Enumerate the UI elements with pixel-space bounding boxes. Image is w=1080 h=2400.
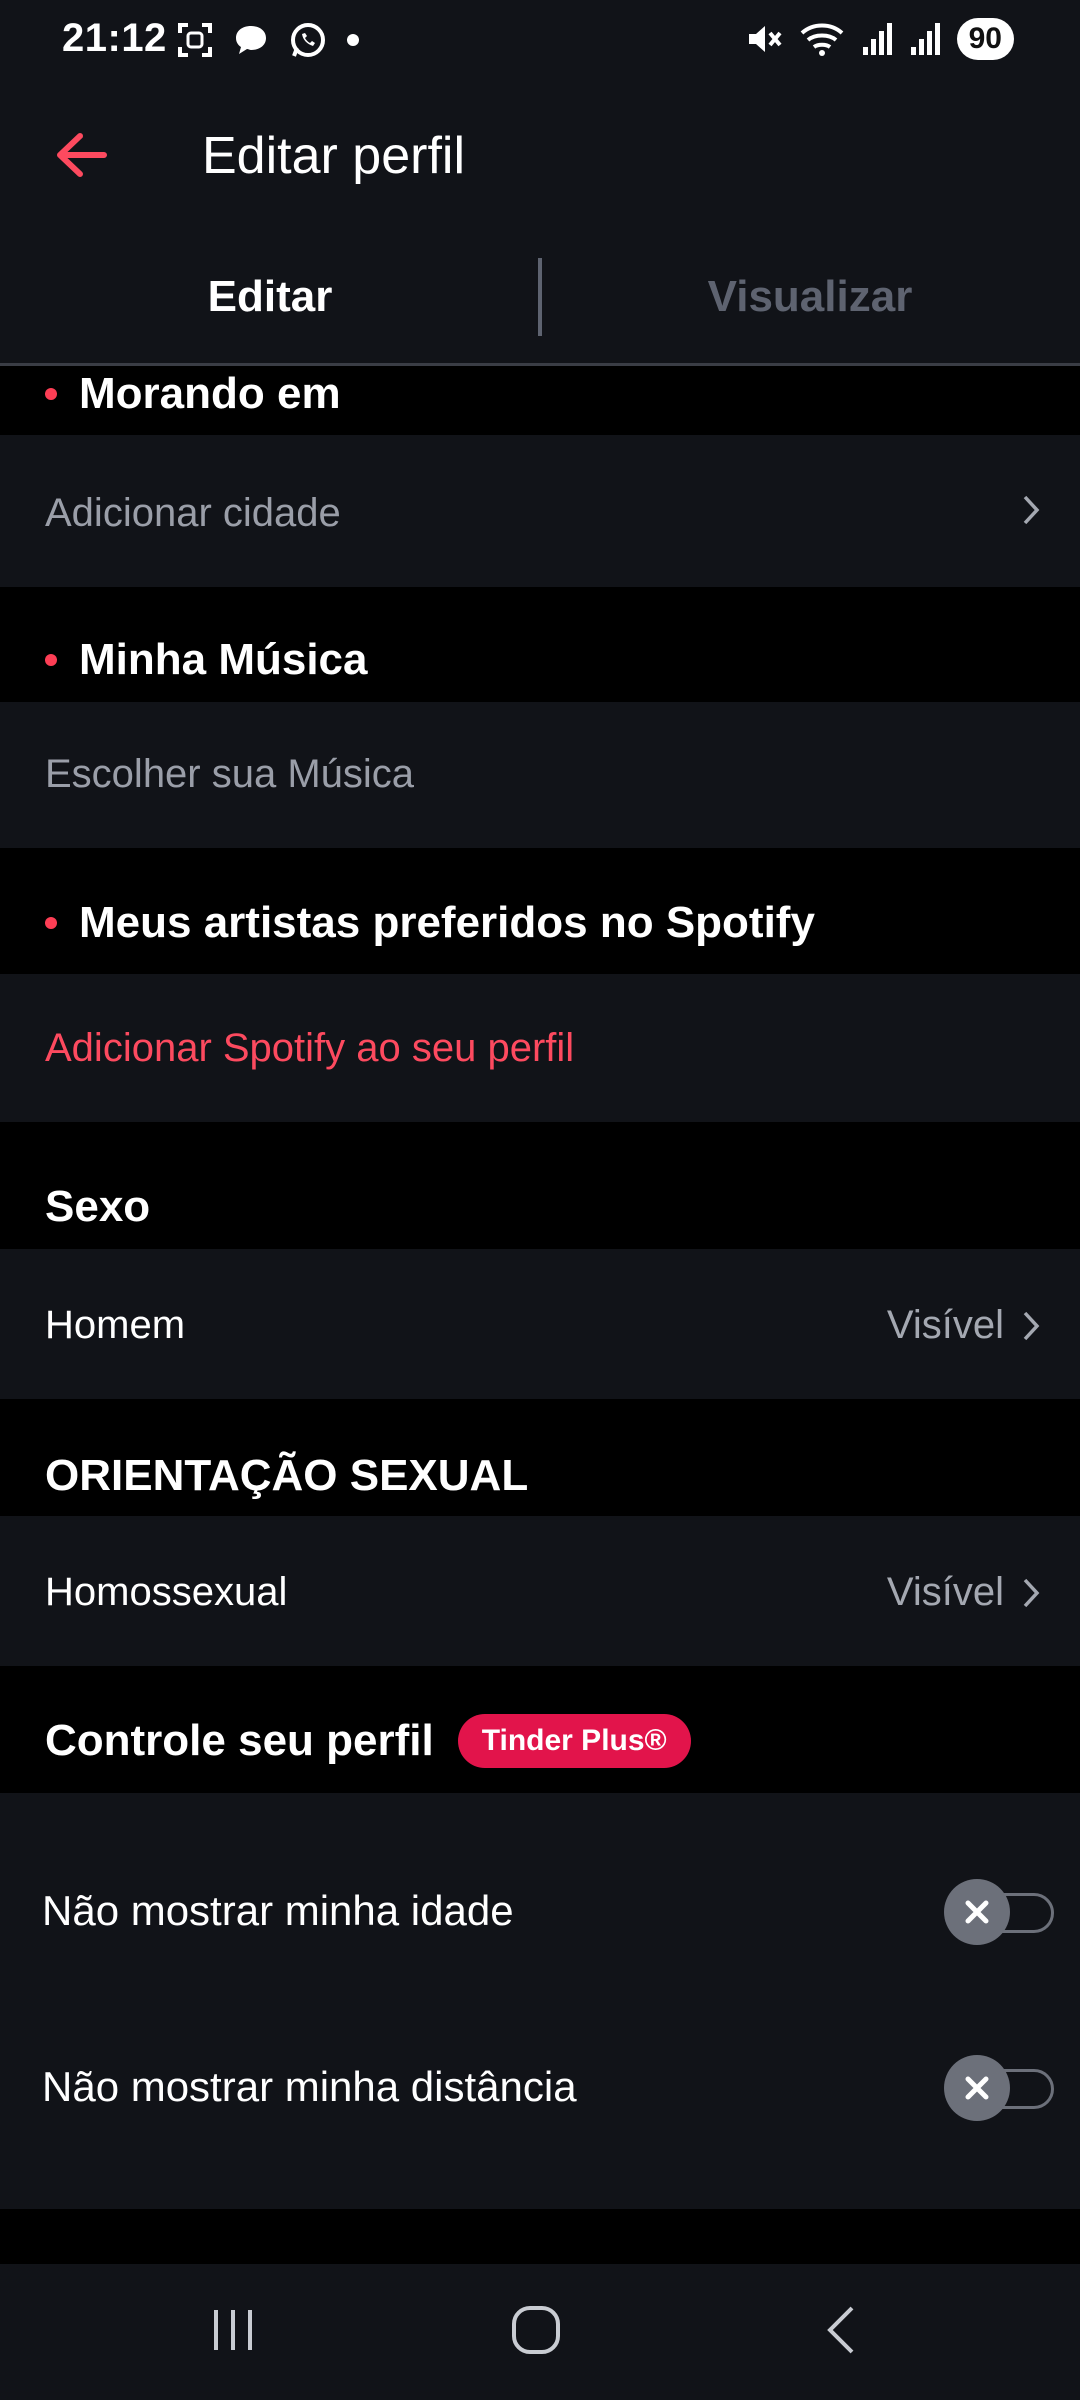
section-title-my-music: Minha Música [79,635,368,684]
orientation-visibility: Visível [886,1570,1004,1614]
back-nav-icon[interactable] [822,2304,858,2356]
arrow-left-icon [57,133,107,177]
add-city-row[interactable]: Adicionar cidade [0,435,1080,587]
chevron-right-icon [1023,1311,1040,1340]
tab-view[interactable]: Visualizar [540,230,1080,363]
section-title-orientation: ORIENTAÇÃO SEXUAL [45,1451,529,1500]
recent-apps-icon[interactable] [208,2306,258,2354]
add-spotify-row[interactable]: Adicionar Spotify ao seu perfil [0,974,1080,1122]
dot-icon [347,34,359,46]
signal-icon [910,23,940,55]
chat-bubble-icon [236,26,266,54]
screenshot-icon [178,23,212,57]
required-dot [45,388,57,400]
chevron-right-icon [1023,1578,1040,1607]
close-icon [965,1900,989,1924]
section-title-control: Controle seu perfil [45,1716,434,1765]
hide-age-label: Não mostrar minha idade [42,1887,514,1934]
system-icons: 90 [743,18,1014,60]
page-title: Editar perfil [202,127,465,185]
whatsapp-icon [291,23,325,57]
notification-icons [176,20,360,60]
choose-music-label: Escolher sua Música [45,752,415,796]
back-button[interactable] [48,122,114,188]
my-music-header: Minha Música [0,587,1080,702]
hide-age-toggle[interactable] [944,1879,1060,1945]
section-title-living-in: Morando em [79,369,341,418]
gender-visibility: Visível [886,1303,1004,1347]
mute-icon [748,26,782,52]
add-city-label: Adicionar cidade [45,491,341,535]
hide-distance-label: Não mostrar minha distância [42,2063,577,2110]
section-title-gender: Sexo [45,1182,151,1231]
home-icon[interactable] [510,2304,562,2356]
orientation-header: ORIENTAÇÃO SEXUAL [0,1399,1080,1516]
wifi-icon [800,23,843,56]
gender-value: Homem [45,1303,186,1347]
gender-row[interactable]: Homem Visível [0,1249,1080,1399]
tab-edit[interactable]: Editar [0,230,540,363]
close-icon [965,2076,989,2100]
tab-bar: Editar Visualizar [0,230,1080,366]
status-time: 21:12 [62,16,167,60]
chevron-right-icon [1023,495,1040,525]
required-dot [45,917,57,929]
orientation-value: Homossexual [45,1570,288,1614]
add-spotify-link[interactable]: Adicionar Spotify ao seu perfil [45,1026,574,1071]
app-header: Editar perfil [0,80,1080,230]
orientation-row[interactable]: Homossexual Visível [0,1516,1080,1666]
system-nav-bar [0,2264,1080,2400]
battery-indicator: 90 [956,18,1014,60]
signal-icon [862,23,892,55]
section-title-spotify: Meus artistas preferidos no Spotify [79,898,815,947]
tinder-plus-badge: Tinder Plus® [457,1714,691,1768]
control-options: Não mostrar minha idade Não mostrar minh… [0,1793,1080,2209]
gender-header: Sexo [0,1122,1080,1249]
hide-distance-toggle[interactable] [944,2055,1060,2121]
living-in-header: Morando em [0,369,1080,435]
control-profile-header: Controle seu perfil Tinder Plus® [0,1666,1080,1793]
spotify-artists-header: Meus artistas preferidos no Spotify [0,848,1080,974]
choose-music-row[interactable]: Escolher sua Música [0,702,1080,848]
status-bar: 21:12 90 [0,0,1080,80]
required-dot [45,654,57,666]
